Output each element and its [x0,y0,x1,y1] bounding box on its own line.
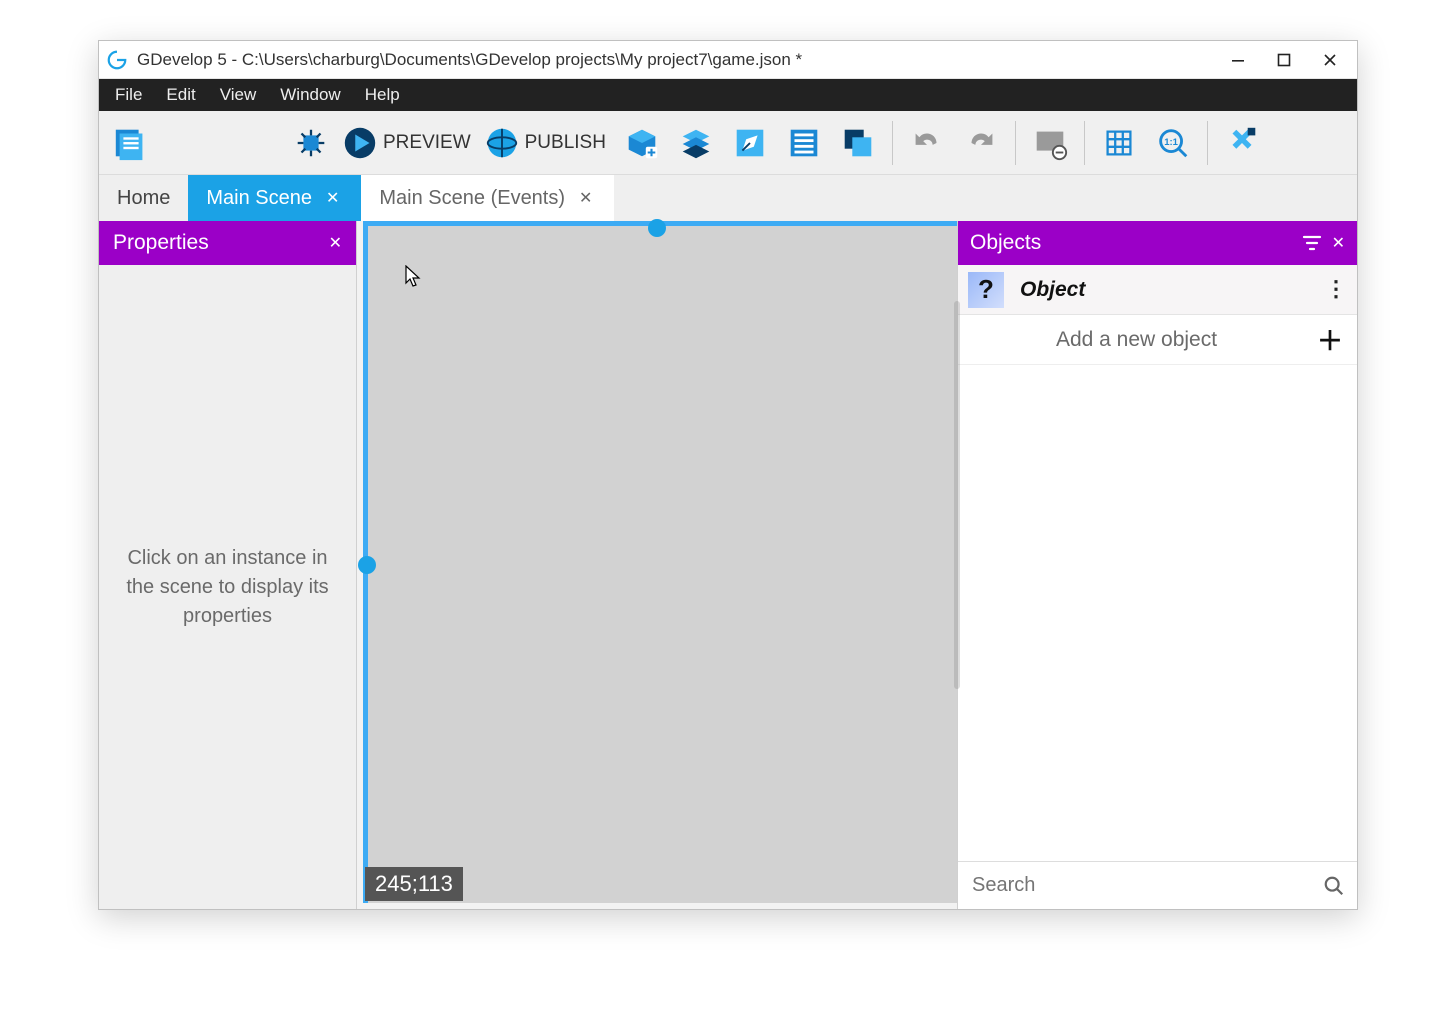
tab-home-label: Home [117,187,170,210]
publish-button[interactable]: PUBLISH [483,119,612,167]
menu-edit[interactable]: Edit [154,79,207,111]
properties-title: Properties [113,231,209,255]
toolbar-separator [892,121,893,165]
tab-main-scene-events[interactable]: Main Scene (Events) ✕ [361,175,614,221]
scene-handle-top[interactable] [648,219,666,237]
tab-main-scene-close[interactable]: ✕ [322,186,343,210]
close-button[interactable] [1307,45,1353,75]
menu-help[interactable]: Help [353,79,412,111]
filter-icon[interactable] [1302,233,1322,253]
add-object-button[interactable] [618,119,666,167]
titlebar: GDevelop 5 - C:\Users\charburg\Documents… [99,41,1357,79]
cursor-icon [405,265,421,287]
undo-button[interactable] [903,119,951,167]
menu-view[interactable]: View [208,79,269,111]
debug-button[interactable] [287,119,335,167]
tabs: Home Main Scene ✕ Main Scene (Events) ✕ [99,175,1357,221]
app-window: GDevelop 5 - C:\Users\charburg\Documents… [98,40,1358,910]
svg-text:1:1: 1:1 [1164,136,1178,147]
preview-label: PREVIEW [383,132,471,154]
properties-empty: Click on an instance in the scene to dis… [99,265,356,909]
toolbar-separator [1015,121,1016,165]
object-name: Object [1020,278,1309,302]
settings-button[interactable] [1218,119,1266,167]
menubar: File Edit View Window Help [99,79,1357,111]
scene-handle-left[interactable] [358,556,376,574]
scene-scrollbar[interactable] [954,301,960,689]
menu-window[interactable]: Window [268,79,352,111]
layers-button[interactable] [672,119,720,167]
properties-header: Properties ✕ [99,221,356,265]
properties-panel: Properties ✕ Click on an instance in the… [99,221,357,909]
maximize-button[interactable] [1261,45,1307,75]
add-object-label: Add a new object [972,328,1301,352]
menu-file[interactable]: File [103,79,154,111]
toolbar: PREVIEW PUBLISH [99,111,1357,175]
copy-button[interactable] [834,119,882,167]
window-title: GDevelop 5 - C:\Users\charburg\Documents… [137,50,1215,70]
minimize-button[interactable] [1215,45,1261,75]
object-placeholder-icon: ? [968,272,1004,308]
properties-empty-message: Click on an instance in the scene to dis… [115,544,340,631]
tab-home[interactable]: Home [99,175,188,221]
tab-main-scene-events-close[interactable]: ✕ [575,186,596,210]
app-icon [103,46,131,74]
toolbar-separator [1207,121,1208,165]
objects-empty-space [958,365,1357,861]
tab-main-scene-label: Main Scene [206,187,312,210]
object-row[interactable]: ? Object ⋮ [958,265,1357,315]
add-object-row[interactable]: Add a new object ＋ [958,315,1357,365]
toolbar-separator [1084,121,1085,165]
objects-panel: Objects ✕ ? Object ⋮ Add a new object ＋ [957,221,1357,909]
preview-button[interactable]: PREVIEW [341,119,477,167]
objects-search [958,861,1357,909]
publish-label: PUBLISH [525,132,606,154]
project-manager-button[interactable] [107,119,155,167]
scene-canvas[interactable]: 245;113 [357,221,957,909]
plus-icon: ＋ [1317,321,1343,358]
search-icon[interactable] [1323,875,1345,897]
instances-list-button[interactable] [780,119,828,167]
search-input[interactable] [970,873,1313,898]
edit-scene-button[interactable] [726,119,774,167]
scene-frame [363,221,957,903]
object-menu-icon[interactable]: ⋮ [1325,285,1347,294]
window-controls [1215,45,1353,75]
objects-header: Objects ✕ [958,221,1357,265]
tab-main-scene[interactable]: Main Scene ✕ [188,175,361,221]
main-area: Properties ✕ Click on an instance in the… [99,221,1357,909]
grid-toggle-button[interactable] [1095,119,1143,167]
tab-main-scene-events-label: Main Scene (Events) [379,187,565,210]
objects-close[interactable]: ✕ [1332,233,1345,253]
zoom-reset-button[interactable]: 1:1 [1149,119,1197,167]
objects-title: Objects [970,231,1292,255]
cursor-coordinates: 245;113 [365,867,463,901]
mask-toggle-button[interactable] [1026,119,1074,167]
properties-close[interactable]: ✕ [329,233,342,253]
redo-button[interactable] [957,119,1005,167]
